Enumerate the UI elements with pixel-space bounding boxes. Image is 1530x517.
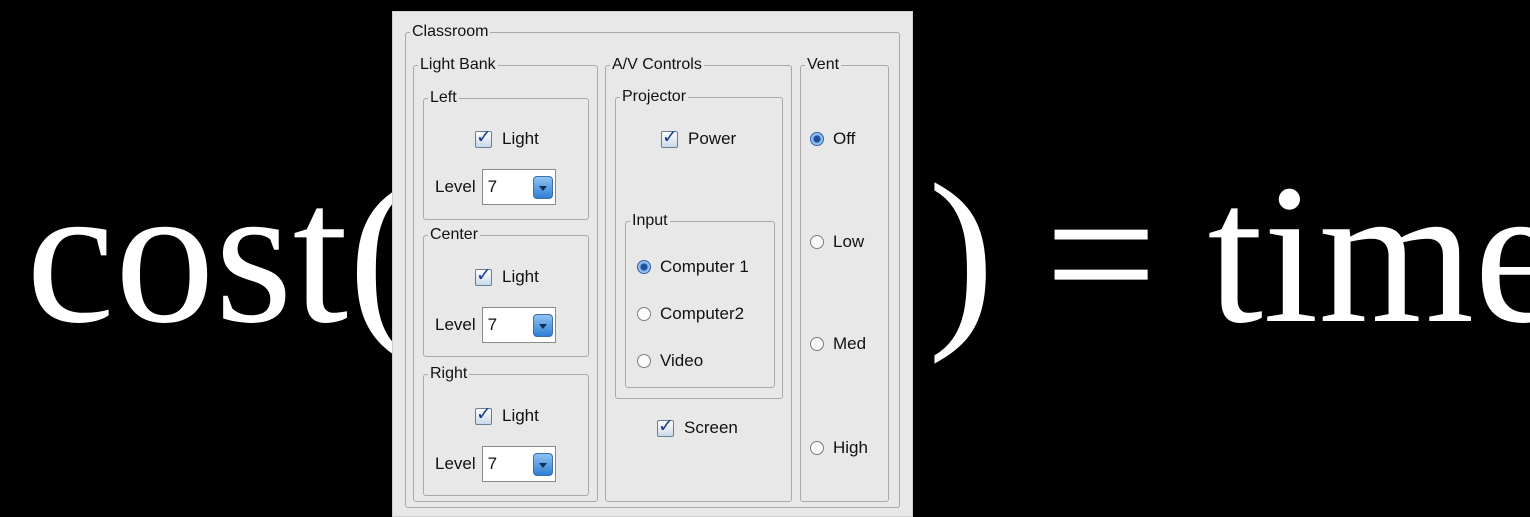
- vent-option-off[interactable]: Off: [810, 129, 855, 149]
- vent-option-high[interactable]: High: [810, 438, 868, 458]
- checkbox-checked-icon: [657, 415, 674, 437]
- input-option-computer-2[interactable]: Computer2: [637, 304, 744, 324]
- input-option-computer-1[interactable]: Computer 1: [637, 257, 749, 277]
- radio-unselected-icon: [810, 235, 824, 249]
- light-bank-title: Light Bank: [420, 56, 496, 73]
- right-level-label: Level: [435, 454, 476, 473]
- vent-group: Vent: [800, 57, 889, 502]
- radio-unselected-icon: [637, 354, 651, 368]
- checkbox-checked-icon: [475, 264, 492, 286]
- left-level-row: Level 7: [435, 169, 556, 205]
- chevron-down-icon: [532, 314, 553, 337]
- classroom-title: Classroom: [412, 23, 489, 40]
- vent-option-med[interactable]: Med: [810, 334, 866, 354]
- left-level-label: Level: [435, 177, 476, 196]
- center-level-row: Level 7: [435, 307, 556, 343]
- right-light-label: Light: [502, 406, 539, 425]
- equation-left: cost(: [26, 144, 415, 365]
- input-option-label: Computer 1: [660, 257, 749, 276]
- projector-power-checkbox[interactable]: Power: [661, 126, 737, 149]
- av-controls-title: A/V Controls: [612, 56, 702, 73]
- input-option-video[interactable]: Video: [637, 351, 703, 371]
- input-title: Input: [632, 212, 668, 229]
- chevron-down-icon: [532, 453, 553, 476]
- right-light-checkbox[interactable]: Light: [475, 403, 539, 426]
- screen-label: Screen: [684, 418, 738, 437]
- chevron-down-icon: [532, 176, 553, 199]
- checkbox-checked-icon: [475, 126, 492, 148]
- classroom-control-panel: Classroom Light Bank Left Light Level 7 …: [392, 11, 913, 517]
- input-option-label: Video: [660, 351, 704, 370]
- projector-title: Projector: [622, 88, 687, 105]
- center-level-label: Level: [435, 315, 476, 334]
- left-light-checkbox[interactable]: Light: [475, 126, 539, 149]
- radio-unselected-icon: [810, 441, 824, 455]
- left-light-label: Light: [502, 129, 539, 148]
- left-level-value: 7: [487, 177, 498, 196]
- radio-selected-icon: [637, 260, 651, 274]
- vent-option-label: Off: [833, 129, 856, 148]
- right-light-title: Right: [430, 365, 468, 382]
- equation-right: ) = time: [928, 144, 1530, 365]
- checkbox-checked-icon: [475, 403, 492, 425]
- center-level-value: 7: [487, 315, 498, 334]
- center-light-title: Center: [430, 226, 479, 243]
- radio-unselected-icon: [810, 337, 824, 351]
- power-label: Power: [688, 129, 737, 148]
- radio-selected-icon: [810, 132, 824, 146]
- radio-unselected-icon: [637, 307, 651, 321]
- screen-checkbox[interactable]: Screen: [657, 415, 738, 438]
- left-level-select[interactable]: 7: [481, 169, 556, 205]
- input-option-label: Computer2: [660, 304, 745, 323]
- right-level-select[interactable]: 7: [481, 446, 556, 482]
- vent-option-label: Low: [833, 232, 865, 251]
- center-light-checkbox[interactable]: Light: [475, 264, 539, 287]
- center-level-select[interactable]: 7: [481, 307, 556, 343]
- vent-option-label: Med: [833, 334, 867, 353]
- right-level-row: Level 7: [435, 446, 556, 482]
- vent-title: Vent: [807, 56, 840, 73]
- center-light-label: Light: [502, 267, 539, 286]
- vent-option-low[interactable]: Low: [810, 232, 864, 252]
- right-level-value: 7: [487, 454, 498, 473]
- left-light-title: Left: [430, 89, 457, 106]
- vent-option-label: High: [833, 438, 868, 457]
- checkbox-checked-icon: [661, 126, 678, 148]
